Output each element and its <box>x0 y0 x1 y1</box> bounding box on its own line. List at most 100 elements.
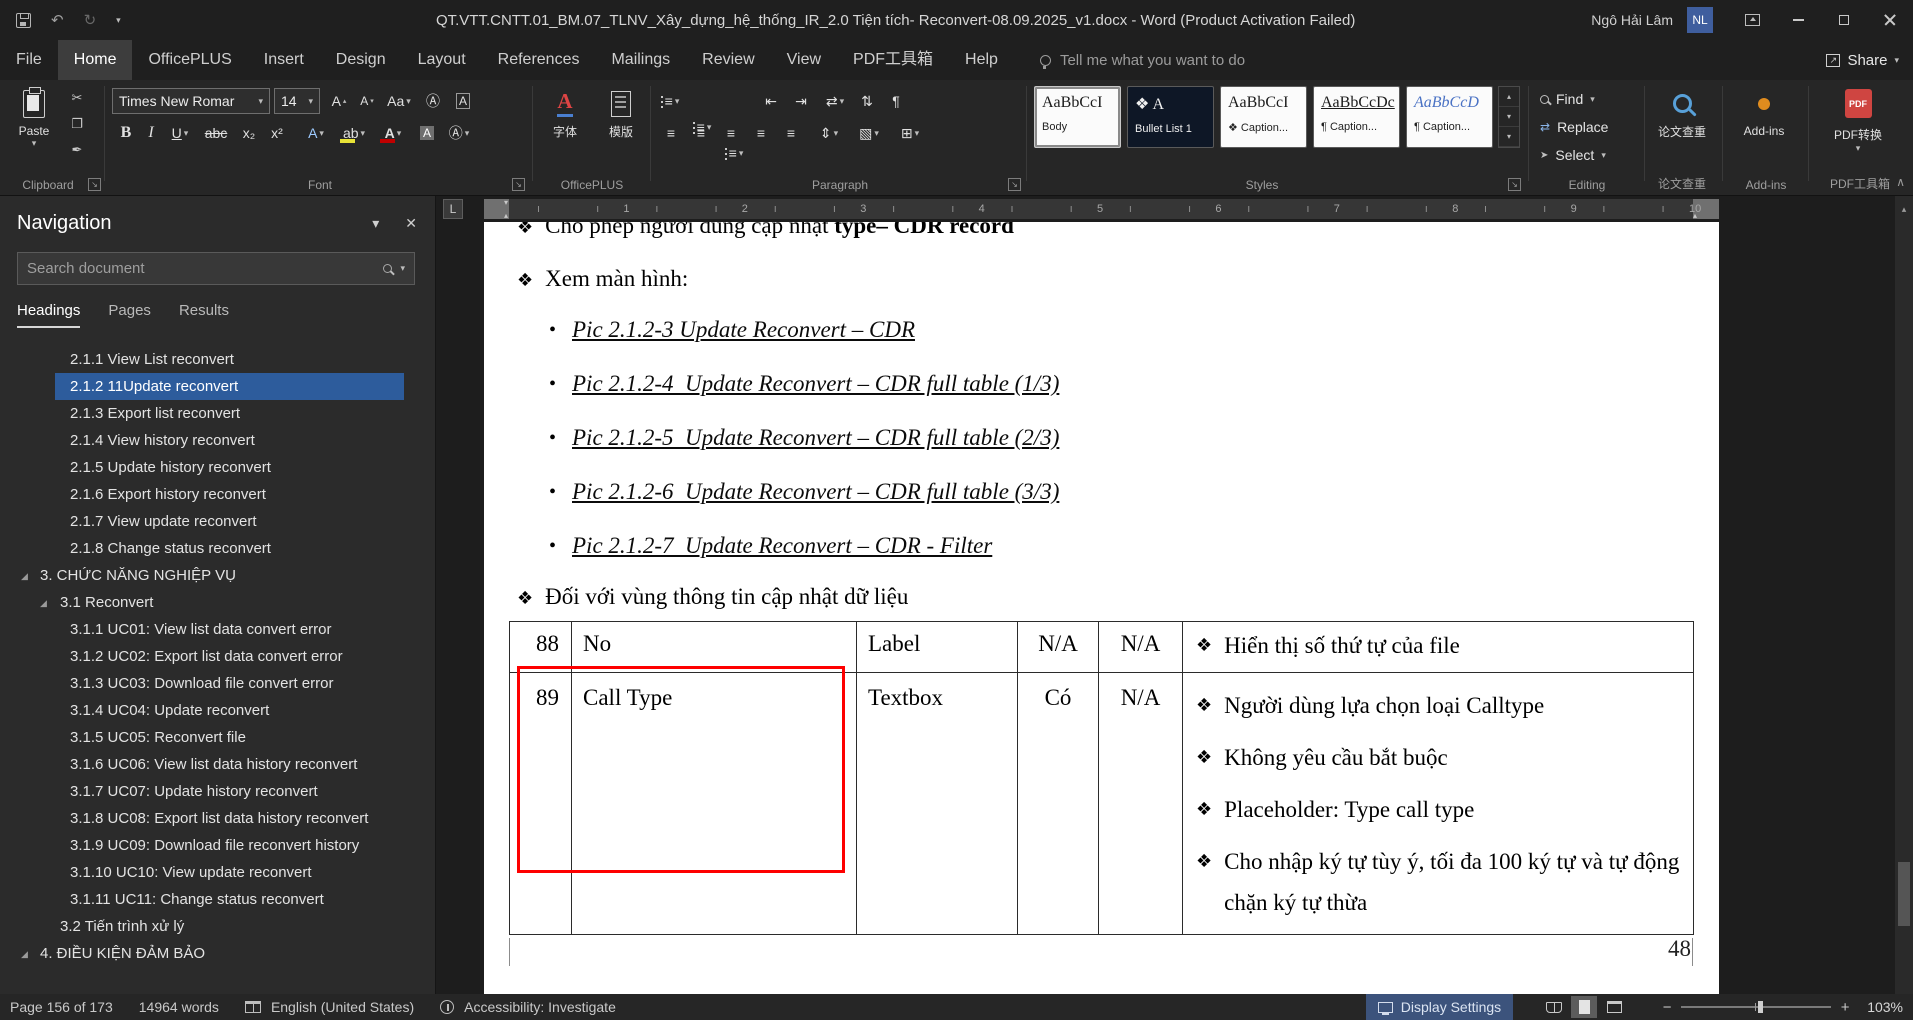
shrink-font-button[interactable]: A▾ <box>354 88 380 114</box>
distribute-button[interactable]: ≡ <box>778 120 804 146</box>
paper-check-button[interactable]: 论文查重 <box>1650 84 1714 176</box>
clipboard-dialog-launcher[interactable]: ↘ <box>88 178 101 191</box>
font-name-combobox[interactable]: Times New Romar ▾ <box>112 88 270 114</box>
select-button[interactable]: ➤ Select ▾ <box>1540 142 1606 168</box>
nav-item[interactable]: 3.1.8 UC08: Export list data history rec… <box>0 805 435 832</box>
paste-button[interactable]: Paste ▾ <box>6 84 62 176</box>
nav-item[interactable]: 2.1.8 Change status reconvert <box>0 535 435 562</box>
nav-item[interactable]: 3.1.11 UC11: Change status reconvert <box>0 886 435 913</box>
redo-icon[interactable]: ↻ <box>84 13 97 28</box>
align-right-button[interactable]: ≡ <box>718 120 744 146</box>
style-item[interactable]: AaBbCcIBody <box>1034 86 1121 148</box>
style-item[interactable]: ❖ ABullet List 1 <box>1127 86 1214 148</box>
find-button[interactable]: Find ▾ <box>1540 86 1595 112</box>
scrollbar-thumb[interactable] <box>1898 862 1910 926</box>
collapse-triangle-icon[interactable]: ◢ <box>40 598 47 609</box>
first-line-indent-marker[interactable]: ▾ <box>504 198 508 207</box>
styles-more-icon[interactable]: ▾ <box>1499 127 1519 147</box>
ribbon-tab-design[interactable]: Design <box>320 40 402 80</box>
web-layout-button[interactable] <box>1601 996 1627 1018</box>
font-color-button[interactable]: A▾ <box>376 120 410 146</box>
asian-layout-button[interactable]: ⇄▾ <box>820 88 850 114</box>
grow-font-button[interactable]: A▴ <box>326 88 352 114</box>
officeplus-template-button[interactable]: 模版 <box>596 84 646 176</box>
nav-item[interactable]: 3.1.3 UC03: Download file convert error <box>0 670 435 697</box>
ribbon-display-options-button[interactable] <box>1729 0 1775 40</box>
user-name[interactable]: Ngô Hải Lâm <box>1591 12 1673 28</box>
nav-item[interactable]: 2.1.5 Update history reconvert <box>0 454 435 481</box>
nav-item[interactable]: 3.1.1 UC01: View list data convert error <box>0 616 435 643</box>
line-spacing-button[interactable]: ⇕▾ <box>812 120 846 146</box>
nav-item[interactable]: 3.1.2 UC02: Export list data convert err… <box>0 643 435 670</box>
copy-button[interactable]: ❐ <box>64 112 90 136</box>
save-icon[interactable] <box>16 13 31 28</box>
sort-button[interactable]: ⇅ <box>854 88 880 114</box>
tell-me-box[interactable]: Tell me what you want to do <box>1040 52 1245 69</box>
ribbon-tab-pdf工具箱[interactable]: PDF工具箱 <box>837 40 949 80</box>
vertical-scrollbar[interactable] <box>1895 222 1913 994</box>
nav-item[interactable]: 3.2 Tiến trình xử lý <box>0 913 435 940</box>
read-mode-button[interactable] <box>1541 996 1567 1018</box>
nav-item[interactable]: 2.1.7 View update reconvert <box>0 508 435 535</box>
maximize-button[interactable] <box>1821 0 1867 40</box>
language-status[interactable]: English (United States) <box>271 999 414 1015</box>
collapse-triangle-icon[interactable]: ◢ <box>21 949 28 960</box>
input-language-badge[interactable]: NL <box>1687 7 1713 33</box>
strikethrough-button[interactable]: abc <box>200 120 232 146</box>
align-left-button[interactable]: ≡ <box>658 120 684 146</box>
nav-item[interactable]: 2.1.2 11Update reconvert <box>0 373 435 400</box>
character-border-button[interactable]: A <box>450 88 476 114</box>
font-dialog-launcher[interactable]: ↘ <box>512 178 525 191</box>
replace-button[interactable]: ⇄ Replace <box>1540 114 1608 140</box>
shading-button[interactable]: ▧▾ <box>852 120 886 146</box>
ribbon-tab-view[interactable]: View <box>771 40 837 80</box>
styles-dialog-launcher[interactable]: ↘ <box>1508 178 1521 191</box>
ribbon-tab-file[interactable]: File <box>0 40 58 80</box>
navigation-search-box[interactable]: ▾ <box>17 252 415 285</box>
share-button[interactable]: ↗ Share ▾ <box>1826 52 1899 69</box>
close-button[interactable] <box>1867 0 1913 40</box>
ribbon-tab-references[interactable]: References <box>482 40 596 80</box>
ribbon-tab-review[interactable]: Review <box>686 40 770 80</box>
ribbon-tab-help[interactable]: Help <box>949 40 1014 80</box>
phonetic-guide-button[interactable]: Ⓐ <box>420 88 446 114</box>
doc-link[interactable]: Pic 2.1.2-4 Update Reconvert – CDR full … <box>572 371 1059 397</box>
word-count[interactable]: 14964 words <box>139 999 219 1015</box>
nav-item[interactable]: 2.1.3 Export list reconvert <box>0 400 435 427</box>
page-info[interactable]: Page 156 of 173 <box>10 999 113 1015</box>
accessibility-status[interactable]: Accessibility: Investigate <box>464 999 616 1015</box>
cut-button[interactable]: ✂ <box>64 86 90 110</box>
display-settings-button[interactable]: Display Settings <box>1366 994 1513 1020</box>
search-input[interactable] <box>27 260 375 277</box>
collapse-triangle-icon[interactable]: ◢ <box>21 571 28 582</box>
zoom-out-button[interactable]: − <box>1657 999 1677 1016</box>
accessibility-icon[interactable] <box>440 1000 454 1014</box>
collapse-ribbon-button[interactable]: ∧ <box>1896 175 1905 189</box>
increase-indent-button[interactable]: ⇥ <box>788 88 814 114</box>
justify-button[interactable]: ≡ <box>748 120 774 146</box>
nav-item[interactable]: 3.1.5 UC05: Reconvert file <box>0 724 435 751</box>
highlight-button[interactable]: ab▾ <box>336 120 372 146</box>
search-options-chevron-icon[interactable]: ▾ <box>400 263 405 274</box>
ribbon-tab-home[interactable]: Home <box>58 40 133 80</box>
nav-tab-pages[interactable]: Pages <box>108 302 151 328</box>
nav-item[interactable]: 2.1.4 View history reconvert <box>0 427 435 454</box>
officeplus-font-button[interactable]: A 字体 <box>540 84 590 176</box>
nav-item[interactable]: 3.1.6 UC06: View list data history recon… <box>0 751 435 778</box>
zoom-slider-thumb[interactable] <box>1758 1001 1763 1013</box>
pdf-convert-button[interactable]: PDF PDF转换 ▾ <box>1818 84 1898 176</box>
undo-icon[interactable]: ↶ <box>51 13 64 28</box>
align-center-button[interactable]: ≡ <box>688 120 714 146</box>
styles-scroll-up-icon[interactable]: ▴ <box>1499 87 1519 107</box>
nav-item[interactable]: 2.1.6 Export history reconvert <box>0 481 435 508</box>
change-case-button[interactable]: Aa▾ <box>382 88 416 114</box>
nav-tab-results[interactable]: Results <box>179 302 229 328</box>
ribbon-tab-insert[interactable]: Insert <box>248 40 320 80</box>
text-effects-button[interactable]: A▾ <box>300 120 332 146</box>
proofing-icon[interactable] <box>245 1001 261 1013</box>
search-icon[interactable] <box>383 264 392 273</box>
doc-link[interactable]: Pic 2.1.2-3 Update Reconvert – CDR <box>572 317 915 343</box>
paragraph-dialog-launcher[interactable]: ↘ <box>1008 178 1021 191</box>
nav-item[interactable]: 3.1.10 UC10: View update reconvert <box>0 859 435 886</box>
nav-item[interactable]: 3.1.4 UC04: Update reconvert <box>0 697 435 724</box>
